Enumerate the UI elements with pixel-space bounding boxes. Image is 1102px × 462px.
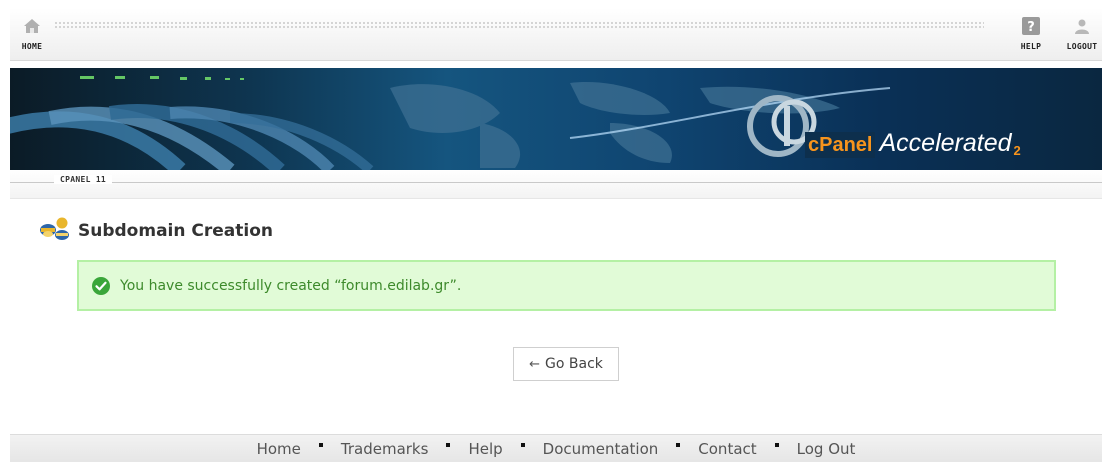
subdomain-icon xyxy=(38,216,72,246)
footer-link-documentation[interactable]: Documentation xyxy=(543,440,659,458)
nav-home-label: HOME xyxy=(21,42,43,51)
go-back-label: Go Back xyxy=(545,356,603,372)
header-banner: cPanel Accelerated 2 xyxy=(10,68,1102,170)
footer-nav: Home Trademarks Help Documentation Conta… xyxy=(10,434,1102,462)
dotted-divider xyxy=(54,21,984,29)
top-nav-bar: HOME ? HELP LOGOUT xyxy=(10,8,1102,61)
success-message-text: You have successfully created “forum.edi… xyxy=(120,277,462,294)
section-rule xyxy=(10,182,1102,183)
section-bar: CPANEL 11 xyxy=(10,170,1102,199)
footer-link-home[interactable]: Home xyxy=(257,440,301,458)
nav-logout-label: LOGOUT xyxy=(1066,42,1098,51)
section-label: CPANEL 11 xyxy=(54,175,113,184)
checkmark-icon xyxy=(92,276,110,295)
brand-cpanel-text: cPanel xyxy=(805,132,876,158)
page-title-row: Subdomain Creation xyxy=(38,216,273,246)
footer-separator xyxy=(318,442,323,447)
footer-link-contact[interactable]: Contact xyxy=(698,440,756,458)
cpanel-brand: cPanel Accelerated 2 xyxy=(805,128,1021,158)
nav-home[interactable]: HOME xyxy=(10,16,54,51)
footer-separator xyxy=(446,442,451,447)
left-arrow-icon: ← xyxy=(529,356,541,372)
footer-separator xyxy=(676,442,681,447)
help-icon: ? xyxy=(1021,16,1041,36)
footer-separator xyxy=(520,442,525,447)
svg-text:?: ? xyxy=(1027,20,1035,35)
home-icon xyxy=(22,16,42,36)
success-message-box: You have successfully created “forum.edi… xyxy=(77,260,1056,311)
nav-help-label: HELP xyxy=(1020,42,1042,51)
go-back-button[interactable]: ← Go Back xyxy=(513,347,619,381)
footer-separator xyxy=(774,442,779,447)
footer-link-trademarks[interactable]: Trademarks xyxy=(341,440,429,458)
brand-accelerated-text: Accelerated xyxy=(879,129,1012,157)
nav-logout[interactable]: LOGOUT xyxy=(1060,16,1102,51)
footer-link-logout[interactable]: Log Out xyxy=(797,440,856,458)
page-title: Subdomain Creation xyxy=(78,221,273,241)
footer-link-help[interactable]: Help xyxy=(468,440,502,458)
brand-version-text: 2 xyxy=(1013,143,1021,158)
user-icon xyxy=(1072,16,1092,36)
nav-help[interactable]: ? HELP xyxy=(1010,16,1052,51)
